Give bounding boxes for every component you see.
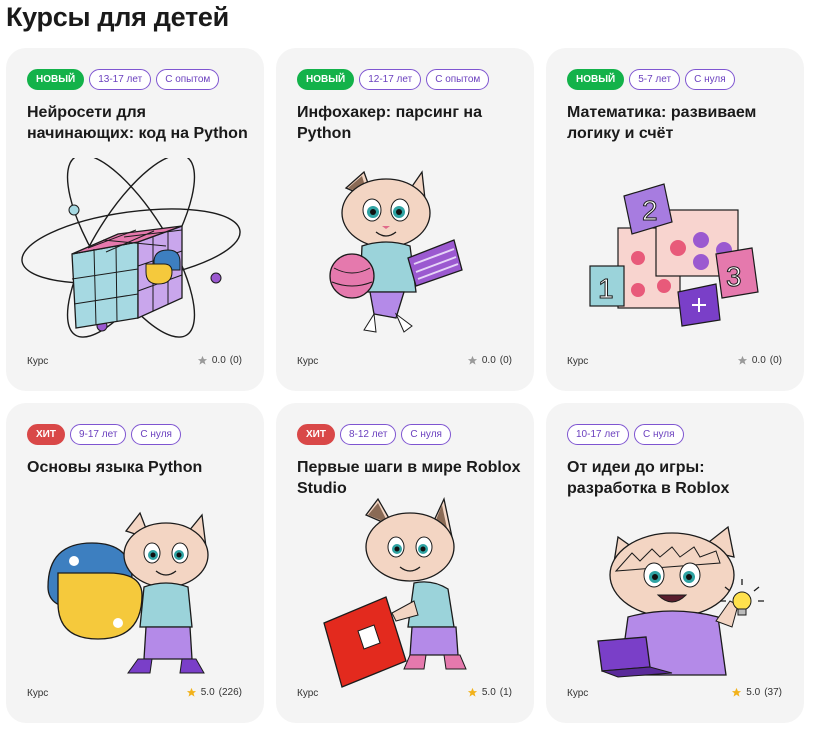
course-card-python-basics[interactable]: ХИТ 9-17 лет С нуля Основы языка Python bbox=[6, 403, 264, 723]
new-badge: НОВЫЙ bbox=[27, 69, 85, 90]
rating-value: 0.0 bbox=[481, 355, 496, 366]
level-tag: С нуля bbox=[131, 424, 181, 445]
course-title: Математика: развиваем логику и счёт bbox=[567, 104, 757, 142]
level-tag: С нуля bbox=[634, 424, 684, 445]
reviews-count: (0) bbox=[499, 355, 512, 366]
reviews-count: (0) bbox=[229, 355, 242, 366]
rating-value: 5.0 bbox=[746, 687, 761, 698]
course-rating: 0.0 (0) bbox=[467, 355, 512, 366]
level-tag: С нуля bbox=[685, 69, 735, 90]
level-tag: С опытом bbox=[156, 69, 220, 90]
svg-text:3: 3 bbox=[726, 261, 742, 292]
age-tag: 10-17 лет bbox=[567, 424, 629, 445]
age-tag: 13-17 лет bbox=[89, 69, 152, 90]
course-card-neural-networks[interactable]: НОВЫЙ 13-17 лет С опытом Нейросети для н… bbox=[6, 48, 264, 391]
tag-list: НОВЫЙ 5-7 лет С нуля bbox=[567, 69, 735, 90]
star-empty-icon bbox=[737, 355, 747, 365]
course-rating: 0.0 (0) bbox=[197, 355, 242, 366]
course-card-infohacker[interactable]: НОВЫЙ 12-17 лет С опытом Инфохакер: парс… bbox=[276, 48, 534, 391]
tag-list: ХИТ 9-17 лет С нуля bbox=[27, 424, 181, 445]
course-card-roblox-game-dev[interactable]: 10-17 лет С нуля От идеи до игры: разраб… bbox=[546, 403, 804, 723]
age-tag: 12-17 лет bbox=[359, 69, 422, 90]
svg-text:2: 2 bbox=[642, 195, 658, 226]
age-tag: 5-7 лет bbox=[629, 69, 681, 90]
reviews-count: (1) bbox=[499, 687, 512, 698]
course-type: Курс bbox=[297, 688, 319, 699]
tag-list: НОВЫЙ 13-17 лет С опытом bbox=[27, 69, 220, 90]
course-title: Основы языка Python bbox=[27, 459, 203, 476]
course-type: Курс bbox=[297, 356, 319, 367]
course-type: Курс bbox=[567, 356, 589, 367]
course-type: Курс bbox=[27, 688, 49, 699]
cat-with-python-logo-icon bbox=[6, 491, 264, 691]
star-filled-icon bbox=[732, 687, 742, 697]
rating-value: 0.0 bbox=[751, 355, 766, 366]
cat-with-laptop-and-bulb-icon bbox=[546, 491, 804, 691]
star-filled-icon bbox=[467, 687, 477, 697]
level-tag: С опытом bbox=[426, 69, 490, 90]
course-rating: 5.0 (1) bbox=[467, 687, 512, 698]
tag-list: ХИТ 8-12 лет С нуля bbox=[297, 424, 451, 445]
rating-value: 5.0 bbox=[481, 687, 496, 698]
course-card-math[interactable]: НОВЫЙ 5-7 лет С нуля Математика: развива… bbox=[546, 48, 804, 391]
reviews-count: (226) bbox=[218, 687, 242, 698]
rating-value: 0.0 bbox=[211, 355, 226, 366]
tag-list: НОВЫЙ 12-17 лет С опытом bbox=[297, 69, 490, 90]
number-cards-icon: 2 1 3 bbox=[546, 158, 804, 348]
course-title: Нейросети для начинающих: код на Python bbox=[27, 104, 248, 142]
page-title: Курсы для детей bbox=[6, 2, 229, 32]
cat-with-roblox-logo-icon bbox=[276, 491, 534, 691]
new-badge: НОВЫЙ bbox=[297, 69, 355, 90]
star-empty-icon bbox=[467, 355, 477, 365]
age-tag: 9-17 лет bbox=[69, 424, 127, 445]
svg-text:1: 1 bbox=[598, 273, 614, 304]
tag-list: 10-17 лет С нуля bbox=[567, 424, 684, 445]
age-tag: 8-12 лет bbox=[339, 424, 397, 445]
hit-badge: ХИТ bbox=[27, 424, 65, 445]
hit-badge: ХИТ bbox=[297, 424, 335, 445]
reviews-count: (37) bbox=[764, 687, 782, 698]
course-card-roblox-studio[interactable]: ХИТ 8-12 лет С нуля Первые шаги в мире R… bbox=[276, 403, 534, 723]
course-title: Инфохакер: парсинг на Python bbox=[297, 104, 482, 142]
cat-with-keyboard-icon bbox=[276, 158, 534, 348]
course-type: Курс bbox=[567, 688, 589, 699]
course-grid: НОВЫЙ 13-17 лет С опытом Нейросети для н… bbox=[6, 48, 806, 728]
new-badge: НОВЫЙ bbox=[567, 69, 625, 90]
rubiks-cube-python-icon bbox=[6, 154, 264, 348]
course-rating: 0.0 (0) bbox=[737, 355, 782, 366]
course-rating: 5.0 (37) bbox=[731, 687, 782, 698]
reviews-count: (0) bbox=[769, 355, 782, 366]
star-empty-icon bbox=[197, 355, 207, 365]
course-type: Курс bbox=[27, 356, 49, 367]
level-tag: С нуля bbox=[401, 424, 451, 445]
course-rating: 5.0 (226) bbox=[186, 687, 242, 698]
rating-value: 5.0 bbox=[200, 687, 215, 698]
star-filled-icon bbox=[186, 687, 196, 697]
